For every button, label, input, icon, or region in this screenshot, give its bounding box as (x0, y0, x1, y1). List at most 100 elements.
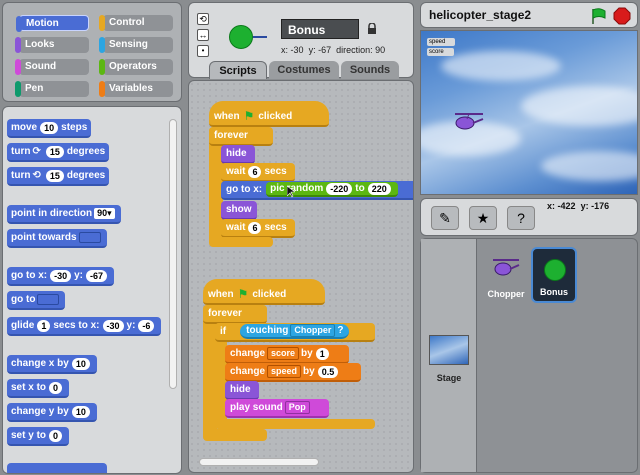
green-flag-icon[interactable] (589, 7, 607, 25)
target-dropdown[interactable] (78, 232, 101, 243)
number-input[interactable]: 10 (71, 357, 90, 370)
block-point-in-direction[interactable]: point in direction 90▾ (7, 205, 121, 224)
number-input[interactable]: 15 (45, 145, 64, 158)
number-input[interactable]: 0 (49, 429, 63, 442)
category-panel: Motion Control Looks Sensing Sound Opera… (2, 2, 182, 102)
category-motion[interactable]: Motion (16, 15, 89, 32)
hide-block[interactable]: hide (225, 381, 259, 400)
secs-input[interactable]: 1 (37, 319, 51, 332)
x-input[interactable]: -30 (50, 269, 72, 282)
wait-block[interactable]: wait 6 secs (221, 163, 295, 182)
pick-random-block[interactable]: pic random -220 to 220 (266, 182, 398, 197)
number-input[interactable]: -220 (326, 182, 353, 195)
tab-scripts[interactable]: Scripts (209, 61, 267, 79)
category-sensing[interactable]: Sensing (99, 37, 173, 53)
sprite-coords: x: -30 y: -67 direction: 90 (281, 45, 385, 55)
number-input[interactable]: 15 (45, 169, 64, 182)
number-input[interactable]: 10 (71, 405, 90, 418)
score-monitor[interactable]: score (427, 48, 454, 56)
number-input[interactable]: 6 (248, 165, 262, 178)
category-looks[interactable]: Looks (15, 37, 89, 53)
forever-block[interactable]: forever (209, 127, 273, 146)
forever-block[interactable]: forever (203, 305, 267, 324)
when-flag-clicked-hat[interactable]: when ⚑ clicked (203, 279, 325, 305)
sprite-tile-chopper[interactable]: Chopper (483, 247, 529, 303)
stage-column[interactable]: Stage (421, 239, 477, 472)
script-area-scrollbar[interactable] (199, 458, 319, 466)
number-input[interactable]: 0.5 (317, 365, 339, 378)
touching-block[interactable]: touching Chopper ? (240, 324, 350, 339)
play-sound-block[interactable]: play sound Pop (225, 399, 329, 418)
lock-icon[interactable] (367, 22, 377, 34)
palette-scrollbar[interactable] (169, 119, 177, 389)
category-variables[interactable]: Variables (99, 81, 173, 97)
block-turn-counterclockwise[interactable]: turn ⟲ 15 degrees (7, 167, 110, 186)
block-text: to (355, 183, 365, 194)
block-text: wait (226, 166, 246, 177)
paint-new-sprite-icon[interactable]: ✎ (431, 206, 459, 230)
go-to-xy-block[interactable]: go to x: pic random -220 to 220 (221, 181, 413, 200)
category-pen[interactable]: Pen (15, 81, 89, 97)
block-text: change y by (11, 406, 69, 417)
variable-dropdown[interactable]: score (267, 347, 300, 360)
change-variable-block[interactable]: change speed by 0.5 (225, 363, 361, 382)
when-flag-clicked-hat[interactable]: when ⚑ clicked (209, 101, 329, 127)
category-sound[interactable]: Sound (15, 59, 89, 75)
hide-block[interactable]: hide (221, 145, 255, 164)
category-control[interactable]: Control (99, 15, 173, 31)
block-move-steps[interactable]: move 10 steps (7, 119, 92, 138)
choose-sprite-icon[interactable]: ★ (469, 206, 497, 230)
block-point-towards[interactable]: point towards (7, 229, 107, 248)
flip-style-icon[interactable]: ↔ (197, 29, 209, 41)
script-area[interactable]: when ⚑ clicked forever hide wait 6 secs … (188, 80, 414, 473)
number-input[interactable]: 0 (49, 381, 63, 394)
block-go-to[interactable]: go to (7, 291, 66, 310)
number-input[interactable]: 6 (248, 221, 262, 234)
show-block[interactable]: show (221, 201, 257, 220)
surprise-sprite-icon[interactable]: ? (507, 206, 535, 230)
stop-icon[interactable] (613, 7, 631, 25)
block-set-x[interactable]: set x to 0 (7, 379, 70, 398)
stage-thumbnail[interactable] (429, 335, 469, 365)
block-partial[interactable] (7, 463, 107, 473)
sprite-name-field[interactable]: Bonus (281, 19, 359, 39)
y-input[interactable]: -6 (138, 319, 155, 332)
stage-canvas[interactable]: speed score (420, 30, 638, 195)
direction-dropdown[interactable]: 90▾ (94, 208, 115, 219)
mouse-x-value: -422 (557, 201, 576, 211)
block-change-y[interactable]: change y by 10 (7, 403, 97, 422)
x-label: x: (281, 45, 289, 55)
touching-target-dropdown[interactable]: Chopper (290, 324, 336, 337)
wait-block[interactable]: wait 6 secs (221, 219, 295, 238)
tab-sounds[interactable]: Sounds (341, 61, 399, 79)
number-input[interactable]: 1 (315, 347, 329, 360)
rotate-style-icon[interactable]: ⟲ (197, 13, 209, 25)
sound-dropdown[interactable]: Pop (284, 401, 310, 414)
block-turn-clockwise[interactable]: turn ⟳ 15 degrees (7, 143, 110, 162)
number-input[interactable]: 10 (40, 121, 59, 134)
mouse-cursor-icon (286, 185, 296, 198)
tab-costumes[interactable]: Costumes (269, 61, 339, 79)
block-change-x[interactable]: change x by 10 (7, 355, 97, 374)
category-operators[interactable]: Operators (99, 59, 173, 75)
chopper-sprite[interactable] (451, 111, 485, 135)
if-block[interactable]: if touching Chopper ? (215, 323, 375, 342)
sprite-tile-bonus[interactable]: Bonus (531, 247, 577, 303)
block-set-y[interactable]: set y to 0 (7, 427, 70, 446)
number-input[interactable]: 220 (367, 182, 391, 195)
no-rotate-icon[interactable]: • (197, 45, 209, 57)
sound-color-bar (15, 59, 21, 75)
target-dropdown[interactable] (37, 294, 60, 305)
monitor-label: speed (429, 39, 446, 45)
x-input[interactable]: -30 (102, 319, 124, 332)
block-text: degrees (66, 146, 106, 157)
block-text: by (303, 366, 315, 377)
speed-monitor[interactable]: speed (427, 38, 456, 46)
block-go-to-xy[interactable]: go to x: -30 y: -67 (7, 267, 115, 286)
sprite-name-label: Chopper (487, 289, 525, 299)
y-input[interactable]: -67 (86, 269, 108, 282)
bonus-thumbnail (544, 259, 566, 281)
variable-dropdown[interactable]: speed (267, 365, 302, 378)
block-glide[interactable]: glide 1 secs to x: -30 y: -6 (7, 317, 162, 336)
change-variable-block[interactable]: change score by 1 (225, 345, 349, 364)
